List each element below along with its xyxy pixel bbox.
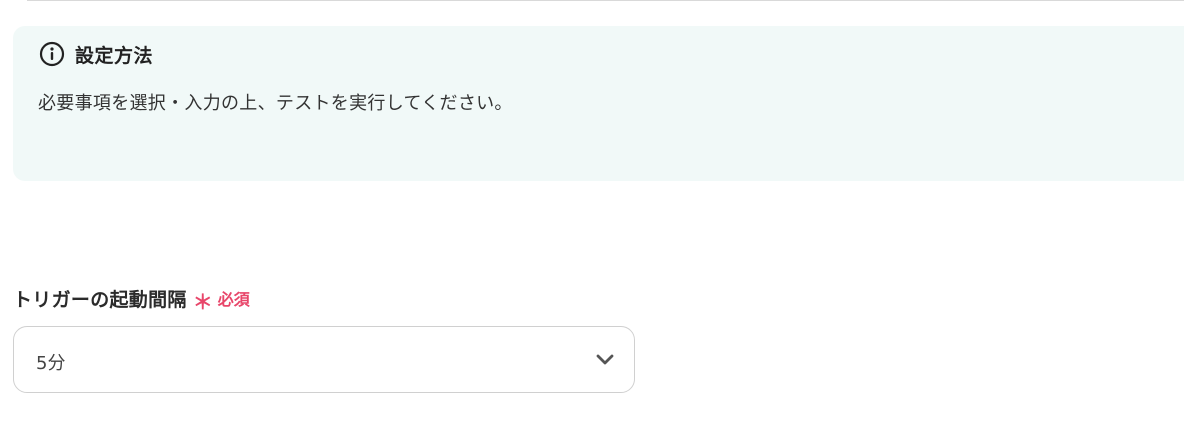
field-label: トリガーの起動間隔 [13, 288, 187, 311]
info-title: 設定方法 [75, 44, 154, 67]
info-icon [39, 41, 65, 67]
select-value: 5分 [36, 353, 66, 374]
trigger-interval-select[interactable]: 5分 [13, 326, 635, 393]
chevron-down-icon [596, 352, 614, 366]
info-header: 設定方法 [39, 41, 153, 67]
trigger-interval-label-row: トリガーの起動間隔 ＊ 必須 [13, 285, 250, 314]
required-badge: 必須 [217, 290, 250, 309]
top-divider [27, 0, 1184, 1]
info-description: 必要事項を選択・入力の上、テストを実行してください。 [38, 93, 513, 114]
required-asterisk: ＊ [192, 289, 213, 314]
